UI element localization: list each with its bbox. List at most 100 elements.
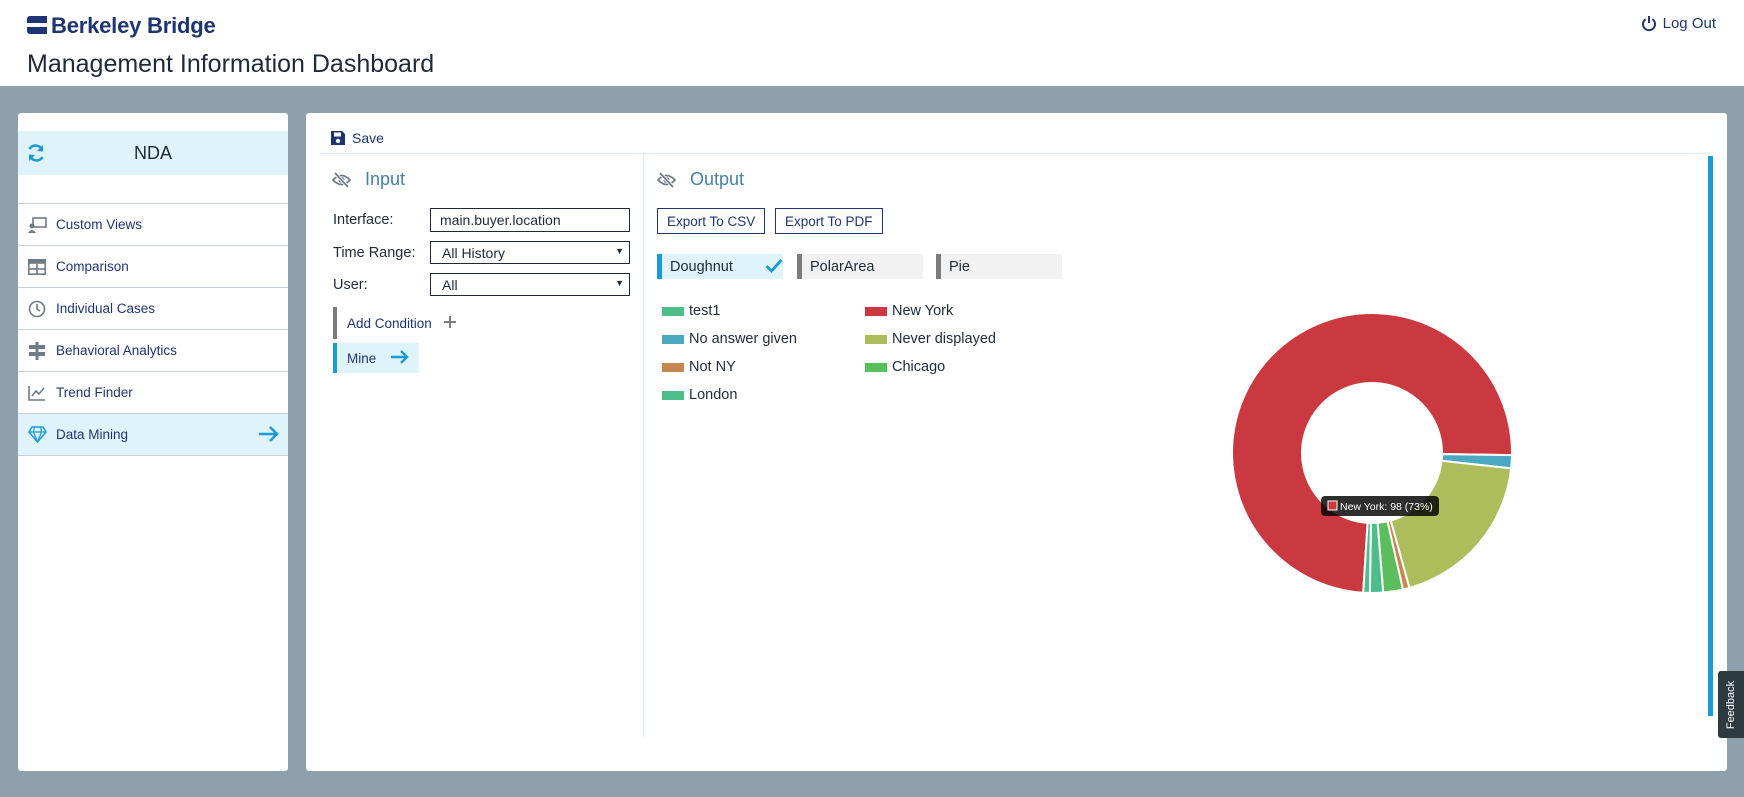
sidebar-item-label: Trend Finder xyxy=(56,385,133,400)
input-title: Input xyxy=(365,169,406,189)
chart-type-label: Pie xyxy=(949,258,970,275)
interface-field[interactable]: main.buyer.location xyxy=(430,208,630,232)
legend-label: Not NY xyxy=(689,359,736,375)
legend-item-chicago[interactable]: Chicago xyxy=(865,359,945,375)
condition-bar xyxy=(333,343,337,373)
chart-tooltip: New York: 98 (73%) xyxy=(1321,496,1439,516)
trend-line-icon xyxy=(27,383,47,403)
add-condition-label: Add Condition xyxy=(347,315,432,331)
legend-label: New York xyxy=(892,303,954,319)
chart-type-label: Doughnut xyxy=(670,258,733,275)
legend-label: No answer given xyxy=(689,331,797,347)
mine-label: Mine xyxy=(347,350,377,366)
chart-type-bar xyxy=(797,254,802,279)
logo-mark-icon xyxy=(27,16,47,36)
chart-type-bar xyxy=(657,254,662,279)
sidebar-item-label: Comparison xyxy=(56,259,129,274)
sidebar-item-behavioral-analytics[interactable]: Behavioral Analytics xyxy=(18,330,288,372)
sidebar-item-comparison[interactable]: Comparison xyxy=(18,246,288,288)
chart-type-doughnut[interactable]: Doughnut xyxy=(657,254,783,279)
sidebar-nav: Custom Views Comparison Individual Cases… xyxy=(18,203,288,456)
output-title: Output xyxy=(690,169,745,189)
user-label: User: xyxy=(333,277,368,293)
export-csv-button[interactable]: Export To CSV xyxy=(657,208,766,234)
legend-item-london[interactable]: London xyxy=(662,387,737,403)
legend-swatch xyxy=(865,334,887,344)
sidebar-item-label: Data Mining xyxy=(56,427,129,442)
sidebar-item-trend-finder[interactable]: Trend Finder xyxy=(18,372,288,414)
diamond-icon xyxy=(27,425,47,445)
legend-swatch xyxy=(865,306,887,316)
custom-views-icon xyxy=(27,215,47,235)
sidebar-item-label: Behavioral Analytics xyxy=(56,343,177,358)
sidebar-item-individual-cases[interactable]: Individual Cases xyxy=(18,288,288,330)
condition-bar xyxy=(333,307,337,339)
save-label: Save xyxy=(352,130,384,146)
legend-swatch xyxy=(662,362,684,372)
log-out-button[interactable]: Log Out xyxy=(1641,15,1716,32)
doughnut-chart[interactable]: New York: 98 (73%) xyxy=(1212,293,1532,613)
divider xyxy=(320,153,1712,154)
legend-label: Chicago xyxy=(892,359,946,375)
caret-down-icon: ▼ xyxy=(615,246,624,256)
legend-item-no-answer-given[interactable]: No answer given xyxy=(662,331,797,347)
main-panel: Save Input Interface: main.buyer.locatio… xyxy=(306,113,1727,771)
legend-swatch xyxy=(662,334,684,344)
add-condition-button[interactable]: Add Condition xyxy=(333,307,463,339)
divider xyxy=(643,154,644,737)
chart-type-pie[interactable]: Pie xyxy=(936,254,1062,279)
berkeley-bridge-logo[interactable]: Berkeley Bridge xyxy=(27,13,216,39)
input-section-title[interactable]: Input xyxy=(332,169,405,190)
output-section-title[interactable]: Output xyxy=(657,169,744,190)
save-button[interactable]: Save xyxy=(330,130,384,146)
floppy-disk-icon xyxy=(331,131,345,145)
condition-mine[interactable]: Mine xyxy=(333,343,419,373)
table-icon xyxy=(27,257,47,277)
scrollbar[interactable] xyxy=(1708,156,1713,716)
user-value: All xyxy=(442,277,458,293)
sidebar-item-custom-views[interactable]: Custom Views xyxy=(18,204,288,246)
tooltip-swatch xyxy=(1327,500,1338,511)
feedback-label: Feedback xyxy=(1725,680,1737,729)
time-range-value: All History xyxy=(442,245,506,261)
user-select[interactable]: All ▼ xyxy=(430,273,630,296)
power-icon xyxy=(1641,16,1656,32)
arrow-right-icon xyxy=(258,425,280,446)
export-pdf-button[interactable]: Export To PDF xyxy=(775,208,883,234)
sidebar: NDA Custom Views Comparison Individual C… xyxy=(18,113,288,771)
interface-label: Interface: xyxy=(333,212,394,228)
sidebar-item-label: Individual Cases xyxy=(56,301,156,316)
time-range-select[interactable]: All History ▼ xyxy=(430,241,630,264)
legend-item-not-ny[interactable]: Not NY xyxy=(662,359,736,375)
legend-label: test1 xyxy=(689,303,721,319)
sidebar-title: NDA xyxy=(133,142,172,163)
legend-item-test1[interactable]: test1 xyxy=(662,303,720,319)
top-bar: Berkeley Bridge Management Information D… xyxy=(0,0,1744,86)
legend-label: London xyxy=(689,387,738,403)
sidebar-item-data-mining[interactable]: Data Mining xyxy=(18,414,288,456)
interface-value: main.buyer.location xyxy=(440,212,561,228)
legend-label: Never displayed xyxy=(892,331,996,347)
legend-swatch xyxy=(662,306,684,316)
legend-swatch xyxy=(662,390,684,400)
tooltip-text: New York: 98 (73%) xyxy=(1340,501,1433,513)
arrow-right-icon xyxy=(390,349,410,368)
chart-type-label: PolarArea xyxy=(810,258,875,275)
clock-icon xyxy=(27,299,47,319)
check-icon xyxy=(765,258,783,278)
legend-swatch xyxy=(865,362,887,372)
plus-icon xyxy=(443,315,456,331)
eye-slash-icon xyxy=(332,171,351,188)
doughnut-slice-never-displayed[interactable] xyxy=(1389,459,1513,590)
refresh-icon[interactable] xyxy=(26,143,46,168)
page-title: Management Information Dashboard xyxy=(27,50,435,78)
time-range-label: Time Range: xyxy=(333,245,416,261)
chart-type-bar xyxy=(936,254,941,279)
legend-item-never-displayed[interactable]: Never displayed xyxy=(865,331,996,347)
log-out-label: Log Out xyxy=(1662,15,1716,32)
feedback-tab[interactable]: Feedback xyxy=(1718,671,1744,738)
chart-type-polararea[interactable]: PolarArea xyxy=(797,254,923,279)
caret-down-icon: ▼ xyxy=(615,278,624,288)
legend-item-new-york[interactable]: New York xyxy=(865,303,953,319)
sidebar-header: NDA xyxy=(18,131,288,175)
